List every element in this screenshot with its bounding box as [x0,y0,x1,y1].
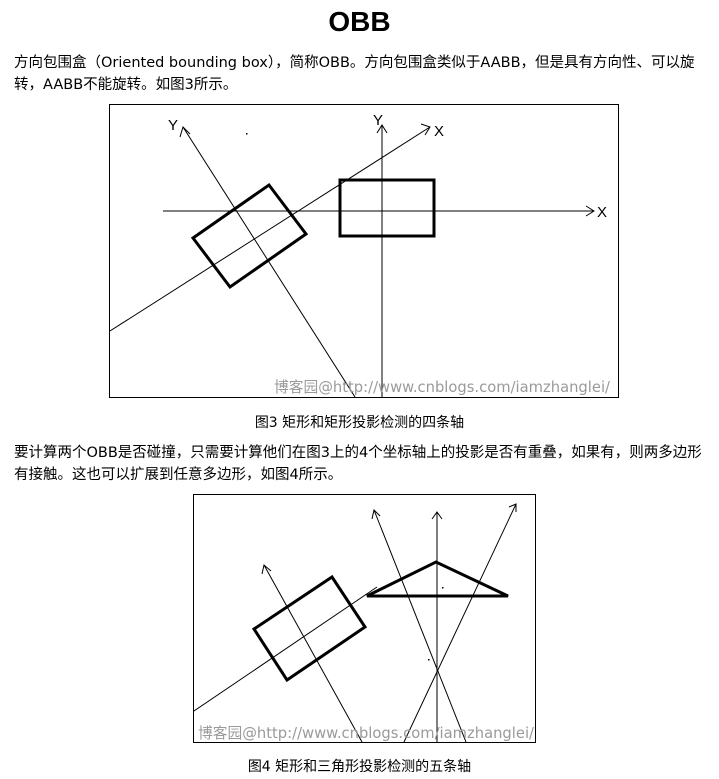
aligned-x-label: X [597,204,607,221]
article-title: OBB [328,6,391,37]
figure-3-drawing: Y Y X X 博客园@http://www.cnblogs.com/iamzh… [110,112,611,397]
stray-dot [246,133,248,135]
figure-3-caption: 图3 矩形和矩形投影检测的四条轴 [254,415,465,431]
collision-paragraph: 要计算两个OBB是否碰撞，只需要计算他们在图3上的4个坐标轴上的投影是否有重叠，… [14,445,702,483]
figure-4-caption: 图4 矩形和三角形投影检测的五条轴 [247,759,472,775]
rotated-rectangle [190,182,309,290]
rotated-rectangle [251,574,368,683]
stray-dot-1 [442,587,444,589]
triangle-axis-right [403,503,517,742]
figure-4-watermark: 博客园@http://www.cnblogs.com/iamzhanglei/ [198,724,535,742]
figure-3-rect-rect-axes: Y Y X X 博客园@http://www.cnblogs.com/iamzh… [109,104,619,398]
stray-dot-2 [428,659,430,661]
aligned-y-label: Y [373,112,383,129]
rotated-y-label: Y [168,117,178,134]
aligned-rectangle [338,178,436,238]
intro-paragraph: 方向包围盒（Oriented bounding box），简称OBB。方向包围盒… [14,55,695,93]
rotated-y-axis [182,126,356,397]
figure-3-watermark: 博客园@http://www.cnblogs.com/iamzhanglei/ [274,378,611,396]
figure-4-rect-triangle-axes: 博客园@http://www.cnblogs.com/iamzhanglei/ [193,494,536,743]
rotated-x-label: X [434,123,444,140]
figure-4-drawing: 博客园@http://www.cnblogs.com/iamzhanglei/ [194,503,535,742]
